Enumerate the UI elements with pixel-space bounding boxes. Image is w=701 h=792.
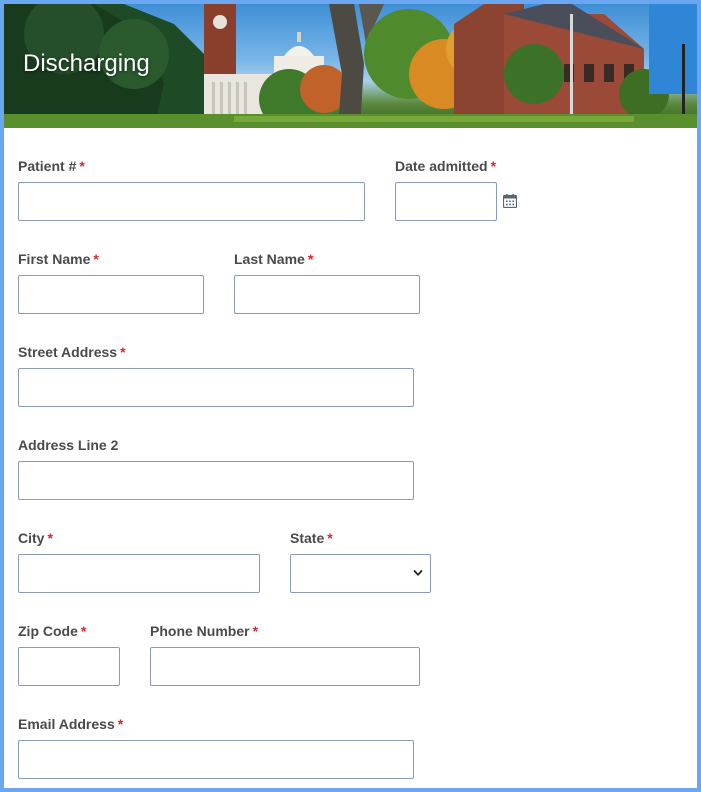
state-label-text: State xyxy=(290,530,325,546)
street-address-label: Street Address * xyxy=(18,344,126,360)
zip-code-label: Zip Code * xyxy=(18,623,86,639)
address-line-2-label: Address Line 2 xyxy=(18,437,118,453)
patient-number-label: Patient # * xyxy=(18,158,85,174)
required-marker: * xyxy=(80,623,87,639)
patient-number-input[interactable] xyxy=(18,182,365,221)
state-select[interactable] xyxy=(290,554,431,593)
date-admitted-label-text: Date admitted xyxy=(395,158,488,174)
first-name-input[interactable] xyxy=(18,275,204,314)
required-marker: * xyxy=(117,716,124,732)
last-name-label: Last Name * xyxy=(234,251,313,267)
required-marker: * xyxy=(120,344,126,360)
phone-number-label-text: Phone Number xyxy=(150,623,250,639)
address-line-2-label-text: Address Line 2 xyxy=(18,437,119,453)
zip-code-input[interactable] xyxy=(18,647,120,686)
email-address-label-text: Email Address xyxy=(18,716,115,732)
last-name-label-text: Last Name xyxy=(234,251,305,267)
required-marker: * xyxy=(327,530,333,546)
phone-number-label: Phone Number * xyxy=(150,623,258,639)
required-marker: * xyxy=(252,623,259,639)
form-frame: Discharging Patient # * Date admitted * Fi… xyxy=(0,0,701,792)
date-admitted-input[interactable] xyxy=(395,182,497,221)
required-marker: * xyxy=(490,158,497,174)
page-title: Discharging xyxy=(23,50,150,77)
header-banner: Discharging xyxy=(4,4,697,128)
first-name-label-text: First Name xyxy=(18,251,91,267)
address-line-2-input[interactable] xyxy=(18,461,414,500)
last-name-input[interactable] xyxy=(234,275,420,314)
phone-number-input[interactable] xyxy=(150,647,420,686)
city-input[interactable] xyxy=(18,554,260,593)
street-address-label-text: Street Address xyxy=(18,344,118,360)
state-label: State * xyxy=(290,530,333,546)
required-marker: * xyxy=(47,530,53,546)
required-marker: * xyxy=(93,251,99,267)
email-address-input[interactable] xyxy=(18,740,414,779)
zip-code-label-text: Zip Code xyxy=(18,623,78,639)
required-marker: * xyxy=(79,158,85,174)
calendar-icon[interactable] xyxy=(503,194,517,208)
email-address-label: Email Address * xyxy=(18,716,123,732)
date-admitted-label: Date admitted * xyxy=(395,158,496,174)
street-address-input[interactable] xyxy=(18,368,414,407)
patient-number-label-text: Patient # xyxy=(18,158,77,174)
city-label-text: City xyxy=(18,530,45,546)
first-name-label: First Name * xyxy=(18,251,99,267)
chevron-down-icon xyxy=(413,570,423,576)
city-label: City * xyxy=(18,530,53,546)
required-marker: * xyxy=(307,251,314,267)
